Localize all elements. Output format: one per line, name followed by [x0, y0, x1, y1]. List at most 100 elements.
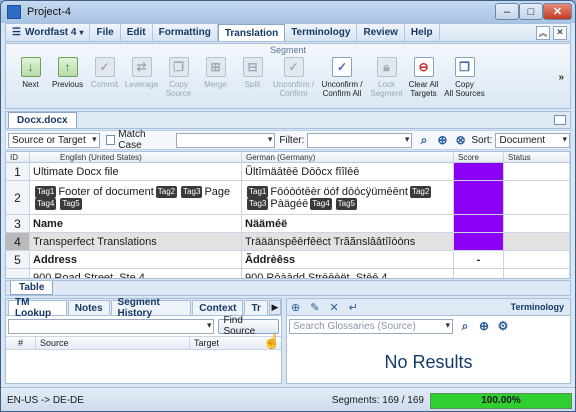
clear-filter-icon[interactable]: ⊗: [454, 133, 467, 147]
glossary-search-input[interactable]: Search Glossaries (Source): [289, 318, 453, 334]
filter-input[interactable]: [307, 132, 413, 148]
table-row[interactable]: 5 Address Ãddrèêss -: [6, 251, 570, 269]
filter-bar: Source or Target Match Case Filter: ⌕ ⊕ …: [5, 129, 571, 151]
split-button[interactable]: ⊟ Split: [234, 56, 271, 98]
segment-grid: ID English (United States) German (Germa…: [5, 151, 571, 279]
source-cell[interactable]: 900 Road Street, Ste 4: [30, 269, 242, 278]
source-cell[interactable]: Ultimate Docx file: [30, 163, 242, 180]
delete-term-icon[interactable]: ✕: [329, 301, 338, 314]
app-menu[interactable]: ☰ Wordfast 4 ▾: [6, 24, 91, 41]
close-button[interactable]: ✕: [543, 3, 572, 20]
score-fill: [454, 181, 503, 214]
insert-term-icon[interactable]: ↵: [349, 301, 358, 314]
col-id[interactable]: ID: [6, 152, 30, 162]
col-num[interactable]: #: [6, 337, 36, 349]
lock-segment-button[interactable]: 🔒︎ Lock Segment: [368, 56, 405, 98]
score-fill: [454, 163, 503, 180]
source-cell[interactable]: Name: [30, 215, 242, 232]
tab-terminology[interactable]: Terminology: [285, 24, 358, 41]
tab-tm-lookup[interactable]: TM Lookup: [8, 297, 67, 319]
next-label: Next: [22, 80, 39, 89]
col-target[interactable]: German (Germany): [242, 152, 454, 162]
lock-label: Lock: [378, 80, 395, 89]
unconfirm-confirm-button[interactable]: ✓ Unconfirm / Confirm: [271, 56, 316, 98]
score-fill: [454, 215, 503, 232]
app-icon: [7, 5, 21, 19]
match-case-checkbox[interactable]: [105, 135, 116, 145]
edit-term-icon[interactable]: ✎: [310, 301, 319, 314]
tabs-scroll-right-icon[interactable]: ▶: [268, 300, 281, 315]
ribbon-scroll-right-icon[interactable]: »: [558, 72, 564, 83]
tab-context[interactable]: Context: [192, 300, 244, 315]
next-button[interactable]: ↓ Next: [12, 56, 49, 98]
find-source-button[interactable]: Find Source: [218, 315, 279, 337]
split-icon: ⊟: [242, 57, 263, 77]
target-cell[interactable]: Tag1 Fōóòótēèr öóf dōócÿümēēnt Tag2 Tag3 Pà…: [242, 181, 454, 214]
table-row[interactable]: 3 Name Nääméë: [6, 215, 570, 233]
maximize-panel-icon[interactable]: [554, 115, 566, 125]
clear-label: Clear All: [408, 80, 439, 89]
col-score[interactable]: Score: [454, 152, 504, 162]
filter-scope-select[interactable]: [176, 132, 276, 148]
tab-translation[interactable]: Translation: [217, 24, 286, 41]
tab-file[interactable]: File: [90, 24, 121, 41]
tab-formatting[interactable]: Formatting: [153, 24, 218, 41]
tab-edit[interactable]: Edit: [121, 24, 153, 41]
table-row-selected[interactable]: 4 Transperfect Translations Trääänspêērf…: [6, 233, 570, 251]
merge-button[interactable]: ⊞ Merge: [197, 56, 234, 98]
gear-icon[interactable]: ⚙: [496, 319, 510, 333]
sort-select[interactable]: Document: [495, 132, 570, 148]
unconfirm-confirm-all-button[interactable]: ✓ Unconfirm / Confirm All: [316, 56, 368, 98]
search-plus-icon[interactable]: ⊕: [436, 133, 449, 147]
clear-all-targets-button[interactable]: ⊖ Clear All Targets: [405, 56, 442, 98]
segment-count: Segments: 169 / 169: [331, 395, 424, 406]
source-cell[interactable]: Transperfect Translations: [30, 233, 242, 250]
col-lookup-source[interactable]: Source: [36, 337, 190, 349]
target-cell[interactable]: Nääméë: [242, 215, 454, 232]
row-id: 2: [6, 181, 30, 214]
add-term-icon[interactable]: ⊕: [291, 301, 300, 314]
table-row[interactable]: 1 Ultimate Docx file Ũltîmäātēē Dōōcx fî…: [6, 163, 570, 181]
search-icon[interactable]: ⌕: [458, 319, 472, 333]
source-cell[interactable]: Tag1 Footer of document Tag2 Tag3 Page Tag4 T…: [30, 181, 242, 214]
target-text: Fōóòótēèr öóf dōócÿümēēnt: [270, 185, 408, 198]
col-source[interactable]: English (United States): [30, 152, 242, 162]
tab-help[interactable]: Help: [405, 24, 440, 41]
close-panel-icon[interactable]: ✕: [553, 25, 567, 40]
leverage-icon: ⇄: [131, 57, 152, 77]
tab-segment-history[interactable]: Segment History: [110, 297, 192, 319]
previous-button[interactable]: ↑ Previous: [49, 56, 86, 98]
row-id: 3: [6, 215, 30, 232]
copy-source-button[interactable]: ❐ Copy Source: [160, 56, 197, 98]
target-cell[interactable]: Trääänspêērfêëct Trããnslââtîîòòns: [242, 233, 454, 250]
copy-source-label2: Source: [165, 89, 192, 98]
lock-icon: 🔒︎: [376, 57, 397, 77]
scope-select[interactable]: Source or Target: [8, 132, 100, 148]
lookup-input[interactable]: [8, 318, 215, 334]
status-cell: [504, 215, 570, 232]
commit-button[interactable]: ✓ Commit: [86, 56, 123, 98]
copy-all-sources-button[interactable]: ❐ Copy All Sources: [442, 56, 487, 98]
tag: Tag2: [409, 185, 432, 198]
unconfirm-label2: Confirm: [279, 89, 308, 98]
merge-icon: ⊞: [205, 57, 226, 77]
maximize-button[interactable]: □: [519, 3, 543, 20]
source-cell[interactable]: Address: [30, 251, 242, 268]
minimize-button[interactable]: –: [495, 3, 519, 20]
col-status[interactable]: Status: [504, 152, 570, 162]
search-options-icon[interactable]: ⊕: [477, 319, 491, 333]
target-cell[interactable]: 900 Rōàādd Strēēèët, Stēē 4: [242, 269, 454, 278]
tab-review[interactable]: Review: [357, 24, 405, 41]
target-cell[interactable]: Ũltîmäātēē Dōōcx fîîlēē: [242, 163, 454, 180]
document-tab[interactable]: Docx.docx: [8, 112, 77, 128]
ribbon-group-label: Segment: [269, 45, 307, 55]
collapse-ribbon-icon[interactable]: ︽: [536, 25, 550, 40]
search-icon[interactable]: ⌕: [417, 133, 430, 147]
table-tab[interactable]: Table: [10, 281, 54, 295]
target-cell[interactable]: Ãddrèêss: [242, 251, 454, 268]
table-row[interactable]: 2 Tag1 Footer of document Tag2 Tag3 Page Tag…: [6, 181, 570, 215]
leverage-button[interactable]: ⇄ Leverage: [123, 56, 160, 98]
tab-notes[interactable]: Notes: [67, 300, 110, 315]
table-row[interactable]: 900 Road Street, Ste 4 900 Rōàādd Strēēè…: [6, 269, 570, 278]
tab-truncated[interactable]: Tr: [244, 300, 268, 315]
